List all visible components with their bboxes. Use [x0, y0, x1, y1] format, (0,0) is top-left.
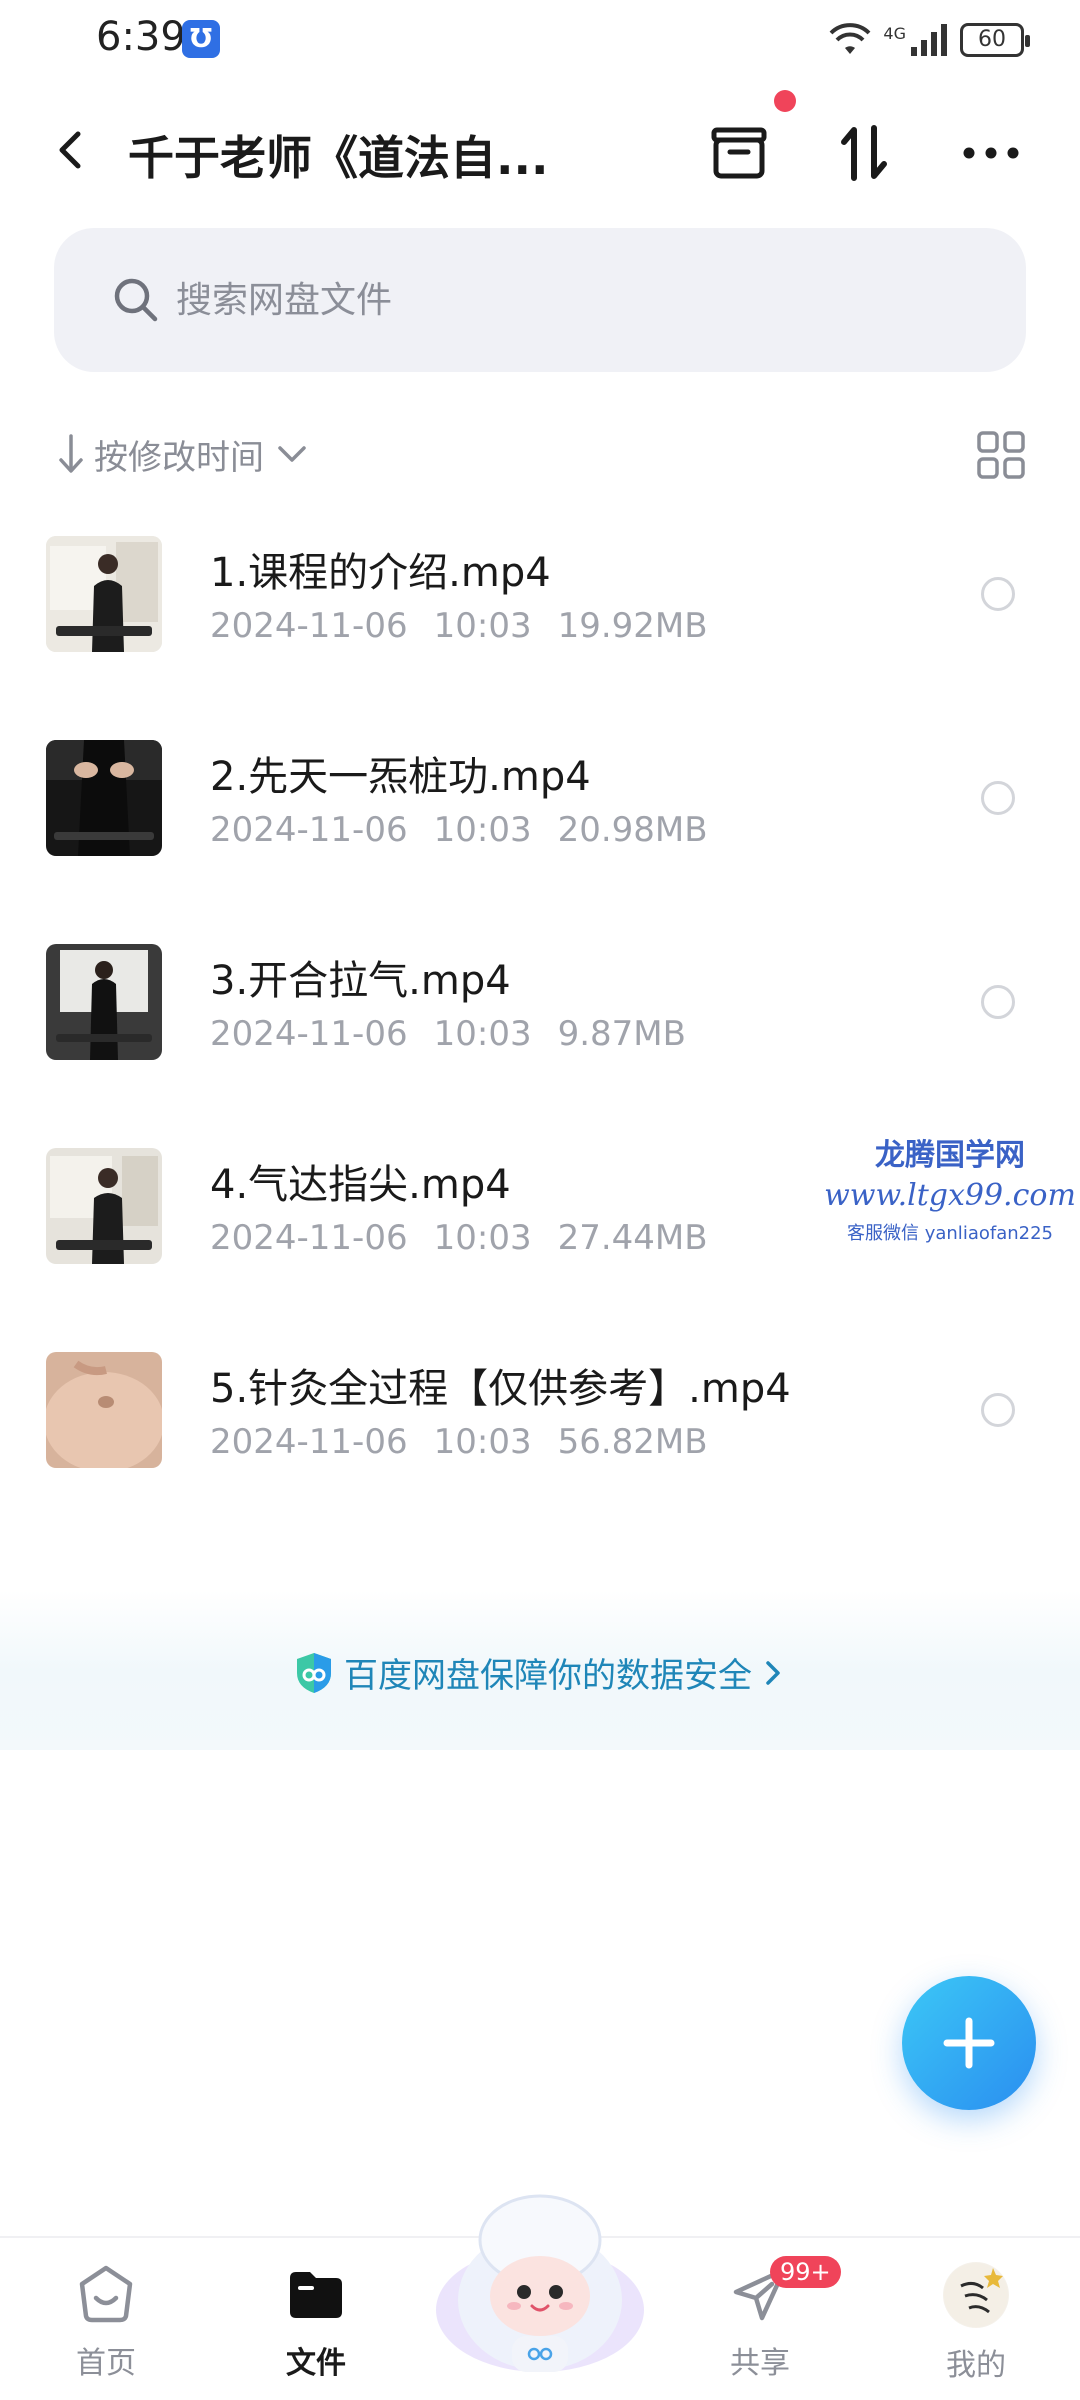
file-date: 2024-11-06 [210, 810, 408, 850]
file-name: 4.气达指尖.mp4 [210, 1162, 511, 1208]
watermark: 龙腾国学网 www.ltgx99.com 客服微信 yanliaofan225 [820, 1130, 1080, 1245]
file-time: 10:03 [433, 1218, 532, 1258]
search-bar[interactable] [54, 228, 1026, 372]
file-date: 2024-11-06 [210, 1218, 408, 1258]
file-size: 56.82MB [557, 1422, 708, 1462]
video-thumbnail [46, 740, 162, 856]
file-time: 10:03 [433, 1014, 532, 1054]
file-row[interactable]: 2.先天一炁桩功.mp4 2024-11-06 10:03 20.98MB [0, 726, 1080, 930]
more-icon[interactable] [956, 118, 1026, 188]
watermark-title: 龙腾国学网 [875, 1138, 1025, 1173]
notification-app-icon: Ʊ [182, 20, 220, 58]
tab-me-label: 我的 [946, 2348, 1006, 2383]
sort-transfer-icon[interactable] [830, 118, 900, 188]
file-size: 27.44MB [557, 1218, 708, 1258]
video-thumbnail [46, 1352, 162, 1468]
file-meta: 2024-11-06 10:03 56.82MB [210, 1422, 734, 1462]
tab-files[interactable]: 文件 [246, 2262, 386, 2382]
network-type: 4G [883, 23, 906, 43]
status-bar: 6:39 Ʊ 4G 60 [0, 0, 1080, 80]
video-thumbnail [46, 944, 162, 1060]
file-time: 10:03 [433, 606, 532, 646]
select-checkbox[interactable] [981, 985, 1015, 1019]
avatar [943, 2262, 1009, 2328]
file-name: 3.开合拉气.mp4 [210, 958, 511, 1004]
file-meta: 2024-11-06 10:03 19.92MB [210, 606, 734, 646]
search-input[interactable] [176, 274, 876, 326]
file-time: 10:03 [433, 1422, 532, 1462]
battery-icon: 60 [960, 23, 1030, 57]
security-text: 百度网盘保障你的数据安全 [344, 1656, 752, 1696]
video-thumbnail [46, 536, 162, 652]
wifi-icon [830, 23, 871, 54]
file-date: 2024-11-06 [210, 1422, 408, 1462]
notification-dot [774, 90, 796, 112]
tab-share[interactable]: 99+ 共享 [690, 2256, 841, 2382]
archive-icon[interactable] [704, 118, 774, 188]
chevron-right-icon [766, 1660, 780, 1685]
video-thumbnail [46, 1148, 162, 1264]
file-meta: 2024-11-06 10:03 20.98MB [210, 810, 734, 850]
file-time: 10:03 [433, 810, 532, 850]
select-checkbox[interactable] [981, 781, 1015, 815]
sort-selector[interactable]: 按修改时间 [56, 428, 312, 480]
file-row[interactable]: 5.针灸全过程【仅供参考】.mp4 2024-11-06 10:03 56.82MB [0, 1338, 1080, 1542]
status-time: 6:39 [96, 14, 186, 60]
security-banner[interactable]: 百度网盘保障你的数据安全 [0, 1590, 1080, 1750]
file-list: 1.课程的介绍.mp4 2024-11-06 10:03 19.92MB 2.先天一… [0, 522, 1080, 1542]
header: 千于老师《道法自... [0, 100, 1080, 200]
file-size: 9.87MB [557, 1014, 686, 1054]
file-meta: 2024-11-06 10:03 27.44MB [210, 1218, 734, 1258]
signal-icon [911, 24, 947, 56]
file-size: 19.92MB [557, 606, 708, 646]
shield-icon [297, 1652, 331, 1693]
watermark-contact: 客服微信 yanliaofan225 [847, 1223, 1053, 1244]
file-date: 2024-11-06 [210, 606, 408, 646]
add-button[interactable] [902, 1976, 1036, 2110]
file-date: 2024-11-06 [210, 1014, 408, 1054]
search-icon [114, 278, 158, 322]
file-name: 2.先天一炁桩功.mp4 [210, 754, 591, 800]
grid-view-icon[interactable] [974, 428, 1028, 482]
status-indicators: 4G 60 [829, 18, 1030, 62]
back-icon[interactable] [44, 122, 100, 178]
tab-files-label: 文件 [286, 2346, 346, 2381]
tab-home-label: 首页 [76, 2346, 136, 2381]
plus-icon [943, 2017, 995, 2069]
share-badge: 99+ [770, 2256, 841, 2288]
file-row[interactable]: 3.开合拉气.mp4 2024-11-06 10:03 9.87MB [0, 930, 1080, 1134]
select-checkbox[interactable] [981, 1393, 1015, 1427]
folder-icon [290, 2272, 342, 2318]
file-name: 5.针灸全过程【仅供参考】.mp4 [210, 1366, 791, 1412]
file-name: 1.课程的介绍.mp4 [210, 550, 551, 596]
ai-assistant-mascot[interactable] [430, 2180, 650, 2380]
select-checkbox[interactable] [981, 577, 1015, 611]
file-row[interactable]: 1.课程的介绍.mp4 2024-11-06 10:03 19.92MB [0, 522, 1080, 726]
tab-home[interactable]: 首页 [36, 2262, 176, 2382]
page-title: 千于老师《道法自... [128, 131, 549, 185]
battery-level: 60 [978, 27, 1006, 52]
watermark-url: www.ltgx99.com [824, 1178, 1076, 1213]
tab-me[interactable]: 我的 [906, 2262, 1046, 2384]
chevron-down-icon [278, 446, 306, 462]
tab-share-label: 共享 [730, 2346, 790, 2381]
security-link[interactable]: 百度网盘保障你的数据安全 [0, 1648, 1080, 1697]
file-size: 20.98MB [557, 810, 708, 850]
home-icon [79, 2265, 133, 2323]
file-meta: 2024-11-06 10:03 9.87MB [210, 1014, 712, 1054]
arrow-down-icon [59, 434, 83, 473]
sort-label: 按修改时间 [94, 437, 264, 478]
